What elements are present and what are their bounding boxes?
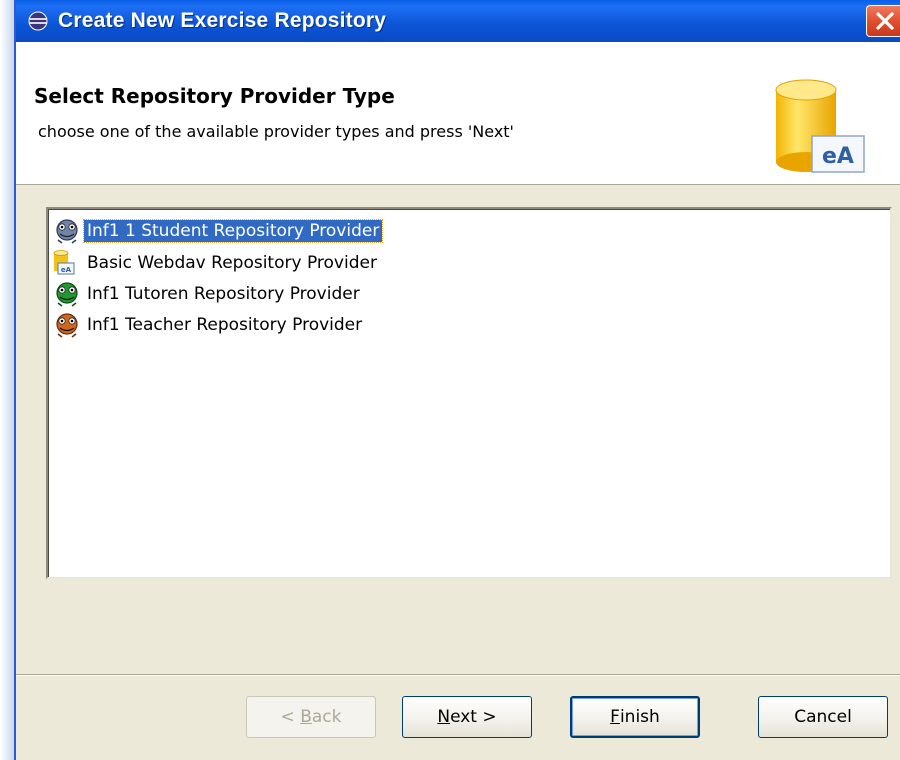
back-button-mnemonic: B bbox=[300, 707, 312, 727]
cancel-button[interactable]: Cancel bbox=[758, 696, 888, 738]
next-button-suffix: ext > bbox=[450, 707, 497, 727]
page-description: choose one of the available provider typ… bbox=[38, 122, 514, 141]
close-button[interactable] bbox=[866, 5, 900, 37]
teacher-monster-icon bbox=[56, 313, 78, 338]
tutor-monster-icon bbox=[56, 282, 78, 307]
list-item-label: Inf1 Tutoren Repository Provider bbox=[87, 284, 360, 304]
wizard-header: Select Repository Provider Type choose o… bbox=[16, 42, 900, 185]
footer-separator bbox=[16, 674, 900, 676]
close-icon bbox=[876, 12, 894, 30]
list-item-student-provider[interactable]: Inf1 1 Student Repository Provider bbox=[50, 217, 384, 245]
next-button-mnemonic: N bbox=[437, 707, 451, 727]
finish-button-suffix: inish bbox=[619, 707, 660, 727]
back-button-prefix: < bbox=[280, 707, 301, 727]
next-button[interactable]: Next > bbox=[402, 696, 532, 738]
finish-button[interactable]: Finish bbox=[570, 696, 700, 738]
finish-button-mnemonic: F bbox=[610, 707, 620, 727]
list-item-label: Basic Webdav Repository Provider bbox=[87, 253, 377, 273]
desktop-background bbox=[0, 0, 14, 760]
repository-database-logo-icon: eA bbox=[775, 79, 865, 173]
eclipse-icon bbox=[28, 11, 48, 31]
wizard-dialog: Create New Exercise Repository Select Re… bbox=[14, 0, 900, 760]
back-button[interactable]: < Back bbox=[246, 696, 376, 738]
window-title: Create New Exercise Repository bbox=[58, 9, 387, 32]
webdav-database-icon: eA bbox=[53, 250, 75, 275]
back-button-suffix: ack bbox=[311, 707, 342, 727]
svg-text:eA: eA bbox=[61, 266, 72, 274]
student-monster-icon bbox=[56, 219, 78, 244]
list-item-teacher-provider[interactable]: Inf1 Teacher Repository Provider bbox=[50, 311, 365, 339]
provider-list[interactable]: Inf1 1 Student Repository Provider eA Ba… bbox=[46, 207, 892, 579]
title-bar[interactable]: Create New Exercise Repository bbox=[16, 0, 900, 42]
list-item-webdav-provider[interactable]: eA Basic Webdav Repository Provider bbox=[50, 249, 380, 277]
page-title: Select Repository Provider Type bbox=[34, 84, 395, 108]
list-item-tutoren-provider[interactable]: Inf1 Tutoren Repository Provider bbox=[50, 280, 363, 308]
list-item-label: Inf1 Teacher Repository Provider bbox=[87, 315, 363, 335]
list-item-label: Inf1 1 Student Repository Provider bbox=[82, 219, 384, 243]
logo-text: eA bbox=[822, 144, 854, 169]
